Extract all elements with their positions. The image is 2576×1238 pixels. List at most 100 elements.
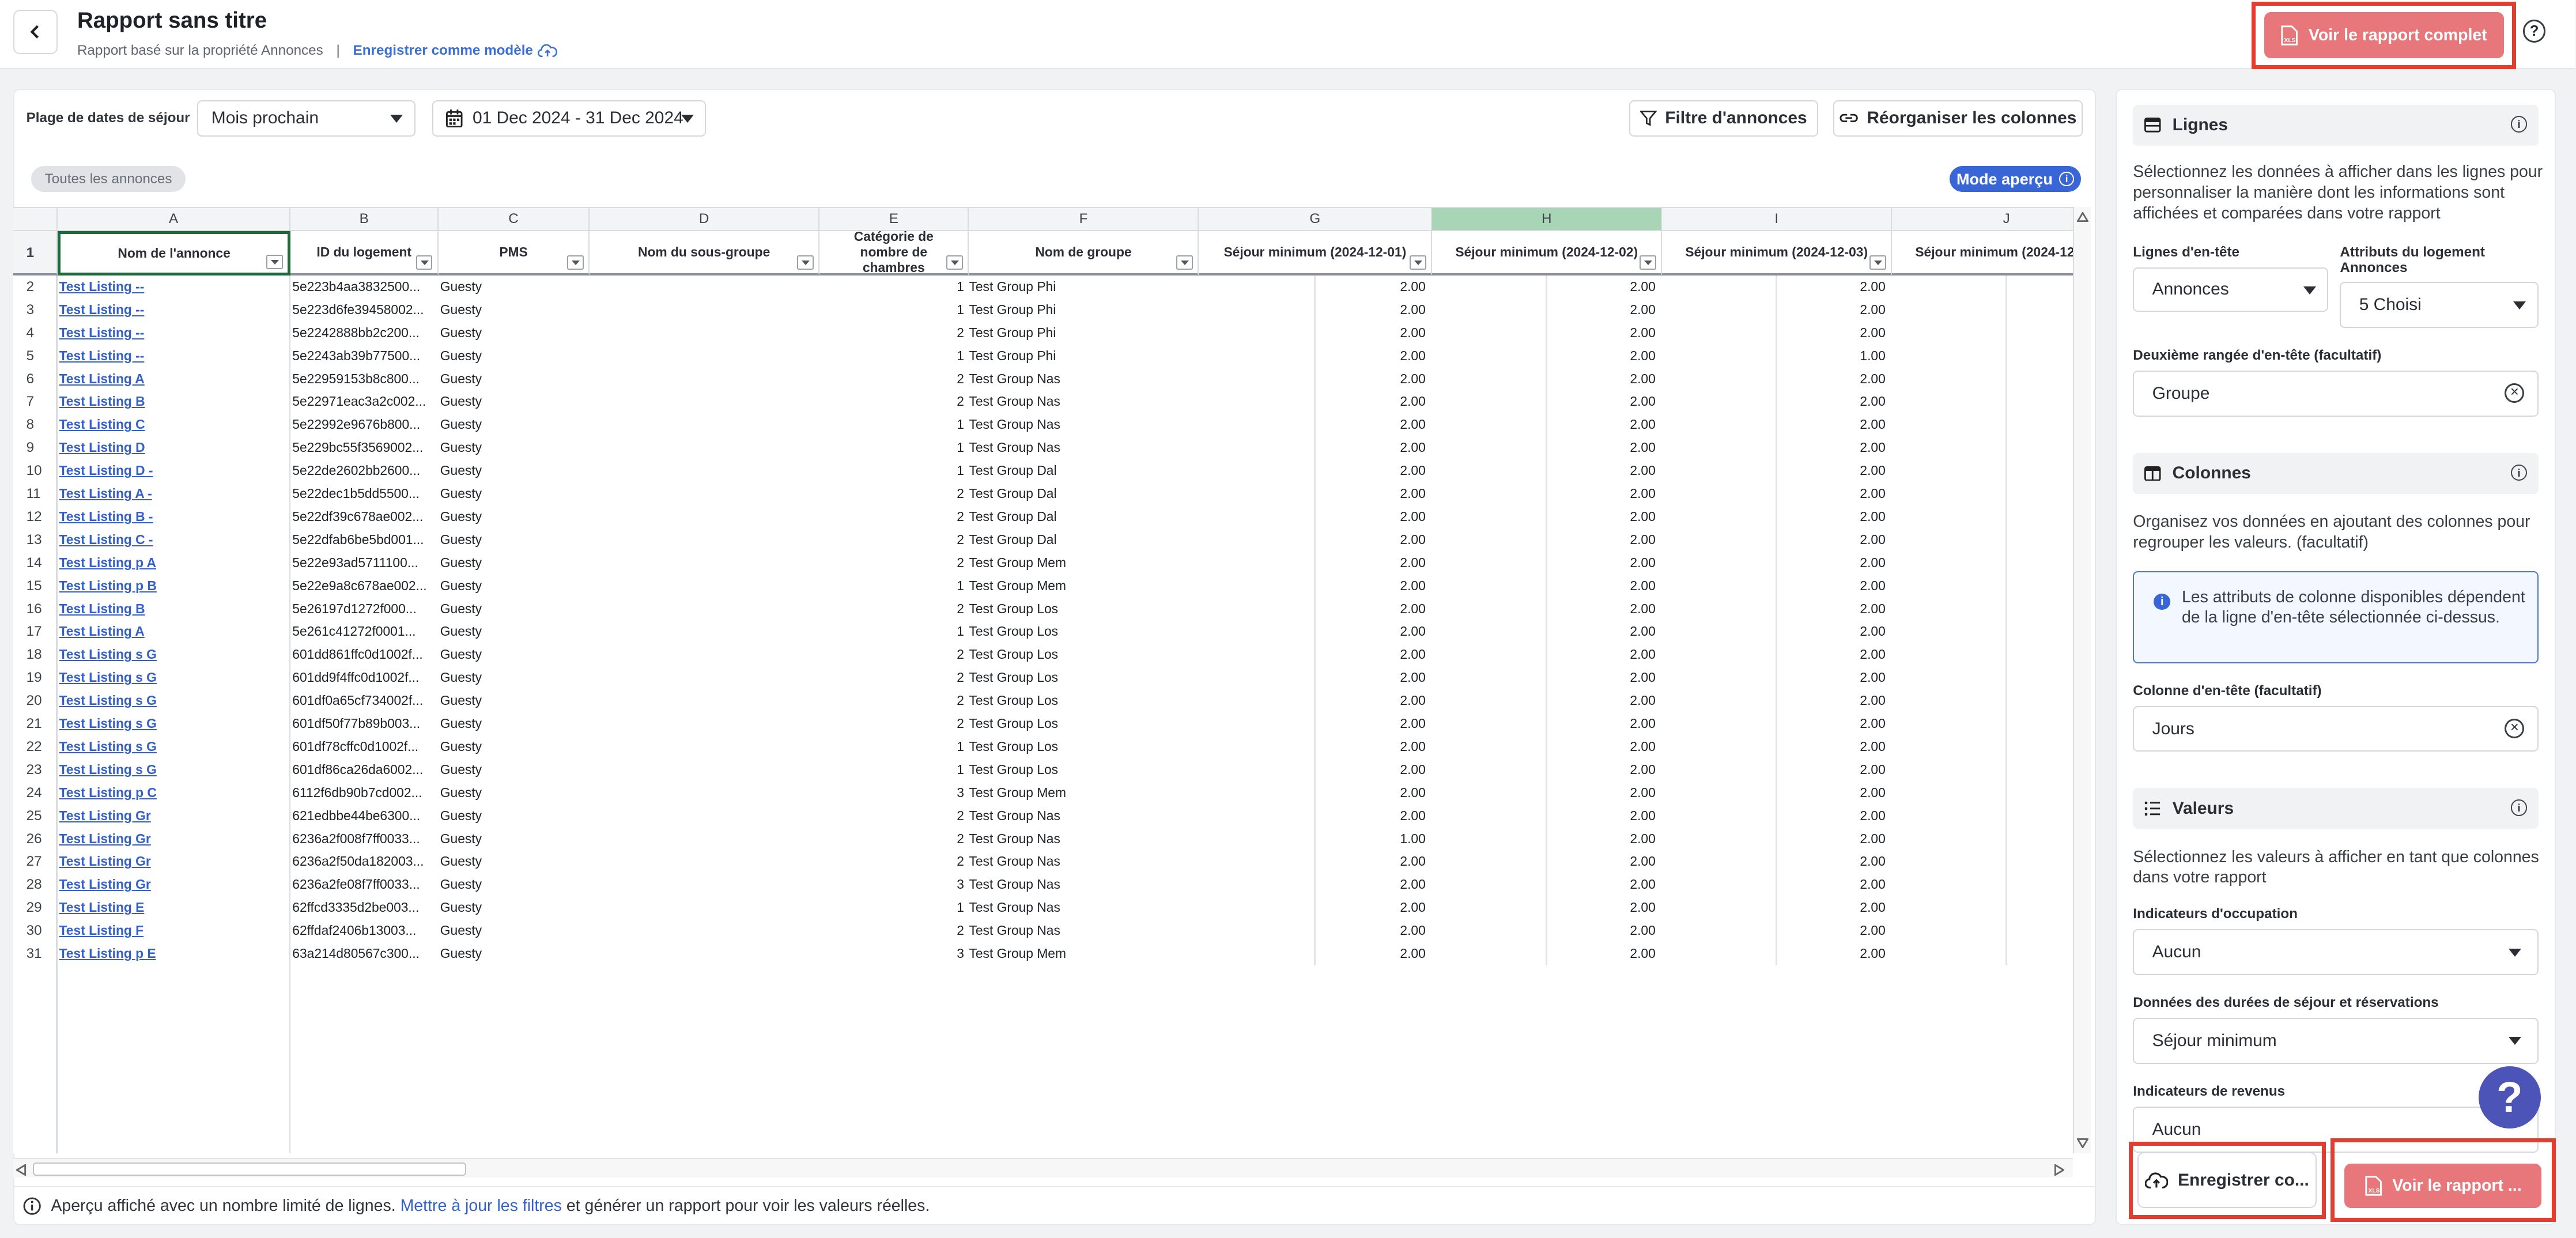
row-number[interactable]: 7 xyxy=(13,390,58,414)
table-row[interactable]: 30 Test Listing F 62ffdaf2406b13003... Gues… xyxy=(13,919,2073,943)
listing-name[interactable]: Test Listing s G xyxy=(58,647,157,662)
listing-name-link[interactable]: Test Listing s G xyxy=(58,712,291,735)
column-letter-i[interactable]: I xyxy=(1662,208,1893,231)
row-number[interactable]: 29 xyxy=(13,896,58,920)
column-header[interactable]: ID du logement xyxy=(290,231,439,275)
listing-name[interactable]: Test Listing Gr xyxy=(58,877,151,892)
listing-name-link[interactable]: Test Listing Gr xyxy=(58,805,291,828)
save-report-button[interactable]: Enregistrer co... xyxy=(2137,1152,2317,1209)
listing-name[interactable]: Test Listing F xyxy=(58,923,144,938)
listing-name[interactable]: Test Listing C xyxy=(58,417,145,432)
table-row[interactable]: 10 Test Listing D - 5e22de2602bb2600... Gue… xyxy=(13,459,2073,483)
row-number[interactable]: 31 xyxy=(13,942,58,965)
listing-name-link[interactable]: Test Listing D - xyxy=(58,459,291,482)
listing-name[interactable]: Test Listing p A xyxy=(58,555,156,570)
period-select[interactable]: Mois prochain xyxy=(197,100,416,137)
column-header[interactable]: Séjour minimum (2024-12-03) xyxy=(1662,231,1893,275)
listing-name-link[interactable]: Test Listing -- xyxy=(58,322,291,345)
listing-name-link[interactable]: Test Listing B xyxy=(58,598,291,621)
listing-name[interactable]: Test Listing B - xyxy=(58,509,153,524)
column-header[interactable]: Séjour minimum (2024-12-02) xyxy=(1432,231,1663,275)
column-filter-icon[interactable] xyxy=(266,254,283,270)
column-letter-d[interactable]: D xyxy=(590,208,820,231)
table-row[interactable]: 31 Test Listing p E 63a214d80567c300... Gue… xyxy=(13,942,2073,965)
row-number[interactable]: 14 xyxy=(13,551,58,575)
listing-name-link[interactable]: Test Listing Gr xyxy=(58,850,291,873)
all-listings-chip[interactable]: Toutes les annonces xyxy=(31,165,186,193)
row-number[interactable]: 16 xyxy=(13,597,58,621)
listing-name[interactable]: Test Listing Gr xyxy=(58,831,151,846)
listing-name[interactable]: Test Listing -- xyxy=(58,348,145,363)
table-row[interactable]: 9 Test Listing D 5e229bc55f3569002... Guest… xyxy=(13,436,2073,460)
listing-attributes-select[interactable]: 5 Choisi xyxy=(2340,282,2539,329)
column-filter-icon[interactable] xyxy=(567,255,584,270)
column-letter-g[interactable]: G xyxy=(1199,208,1433,231)
listing-name-link[interactable]: Test Listing A - xyxy=(58,482,291,505)
row-number[interactable]: 8 xyxy=(13,413,58,437)
listing-name[interactable]: Test Listing Gr xyxy=(58,854,151,869)
table-row[interactable]: 20 Test Listing s G 601df0a65cf734002f... G… xyxy=(13,689,2073,713)
values-section-header[interactable]: Valeurs i xyxy=(2133,788,2539,829)
table-row[interactable]: 14 Test Listing p A 5e22e93ad5711100... Gue… xyxy=(13,551,2073,575)
table-row[interactable]: 11 Test Listing A - 5e22dec1b5dd5500... Gue… xyxy=(13,482,2073,505)
help-chat-button[interactable]: ? xyxy=(2478,1066,2541,1128)
stay-data-select[interactable]: Séjour minimum xyxy=(2133,1018,2539,1064)
table-row[interactable]: 17 Test Listing A 5e261c41272f0001... Guest… xyxy=(13,620,2073,644)
update-filters-link[interactable]: Mettre à jour les filtres xyxy=(401,1197,562,1215)
reorder-columns-button[interactable]: Réorganiser les colonnes xyxy=(1833,100,2083,137)
column-letter-c[interactable]: C xyxy=(438,208,590,231)
table-row[interactable]: 3 Test Listing -- 5e223d6fe39458002... Gues… xyxy=(13,298,2073,322)
listing-name[interactable]: Test Listing -- xyxy=(58,325,145,340)
listing-name-link[interactable]: Test Listing -- xyxy=(58,299,291,322)
table-row[interactable]: 28 Test Listing Gr 6236a2fe08f7ff0033... Gu… xyxy=(13,873,2073,897)
save-as-template-link[interactable]: Enregistrer comme modèle xyxy=(353,43,558,59)
column-header[interactable]: Nom de groupe xyxy=(969,231,1199,275)
horizontal-scrollbar[interactable] xyxy=(13,1158,2073,1178)
listing-name-link[interactable]: Test Listing s G xyxy=(58,643,291,666)
table-row[interactable]: 15 Test Listing p B 5e22e9a8c678ae002... Gu… xyxy=(13,574,2073,598)
table-row[interactable]: 26 Test Listing Gr 6236a2f008f7ff0033... Gu… xyxy=(13,827,2073,851)
table-row[interactable]: 21 Test Listing s G 601df50f77b89b003... Gu… xyxy=(13,712,2073,735)
table-row[interactable]: 25 Test Listing Gr 621edbbe44be6300... Gues… xyxy=(13,804,2073,828)
preview-mode-badge[interactable]: Mode aperçu i xyxy=(1949,165,2081,193)
help-icon[interactable]: ? xyxy=(2522,20,2546,43)
row-number[interactable]: 23 xyxy=(13,758,58,782)
listing-name-link[interactable]: Test Listing -- xyxy=(58,345,291,368)
listing-name-link[interactable]: Test Listing Gr xyxy=(58,828,291,851)
row-number[interactable]: 26 xyxy=(13,827,58,851)
listing-name[interactable]: Test Listing D - xyxy=(58,463,153,478)
listing-name[interactable]: Test Listing Gr xyxy=(58,808,151,823)
row-number[interactable]: 4 xyxy=(13,321,58,345)
listing-name[interactable]: Test Listing E xyxy=(58,900,145,915)
clear-icon[interactable]: × xyxy=(2505,383,2525,403)
table-row[interactable]: 16 Test Listing B 5e26197d1272f000... Guest… xyxy=(13,597,2073,621)
listing-name[interactable]: Test Listing A - xyxy=(58,486,152,501)
column-filter-icon[interactable] xyxy=(1176,255,1193,270)
view-full-report-button[interactable]: XLS Voir le rapport complet xyxy=(2264,12,2504,59)
column-filter-icon[interactable] xyxy=(797,255,814,270)
column-header[interactable]: Catégorie de nombre de chambres xyxy=(819,229,969,275)
table-row[interactable]: 12 Test Listing B - 5e22df39c678ae002... Gu… xyxy=(13,505,2073,529)
listing-filter-button[interactable]: Filtre d'annonces xyxy=(1629,100,1818,137)
header-rows-select[interactable]: Annonces xyxy=(2133,267,2329,312)
listing-name-link[interactable]: Test Listing p E xyxy=(58,942,291,965)
column-letter-h[interactable]: H xyxy=(1432,208,1663,231)
table-row[interactable]: 2 Test Listing -- 5e223b4aa3832500... Guest… xyxy=(13,275,2073,299)
listing-name[interactable]: Test Listing B xyxy=(58,394,145,409)
row-number[interactable]: 5 xyxy=(13,344,58,368)
listing-name[interactable]: Test Listing B xyxy=(58,601,145,616)
table-row[interactable]: 7 Test Listing B 5e22971eac3a2c002... Guest… xyxy=(13,390,2073,414)
row-number[interactable]: 17 xyxy=(13,620,58,644)
listing-name-link[interactable]: Test Listing E xyxy=(58,896,291,919)
listing-name[interactable]: Test Listing -- xyxy=(58,302,145,317)
row-number[interactable]: 10 xyxy=(13,459,58,483)
listing-name[interactable]: Test Listing A xyxy=(58,624,145,639)
listing-name[interactable]: Test Listing C - xyxy=(58,532,153,547)
column-header[interactable]: PMS xyxy=(438,231,590,275)
listing-name-link[interactable]: Test Listing F xyxy=(58,919,291,942)
listing-name-link[interactable]: Test Listing A xyxy=(58,368,291,391)
listing-name[interactable]: Test Listing s G xyxy=(58,739,157,754)
row-number[interactable]: 30 xyxy=(13,919,58,943)
column-filter-icon[interactable] xyxy=(1640,255,1656,270)
view-report-button[interactable]: XLS Voir le rapport ... xyxy=(2344,1164,2542,1209)
